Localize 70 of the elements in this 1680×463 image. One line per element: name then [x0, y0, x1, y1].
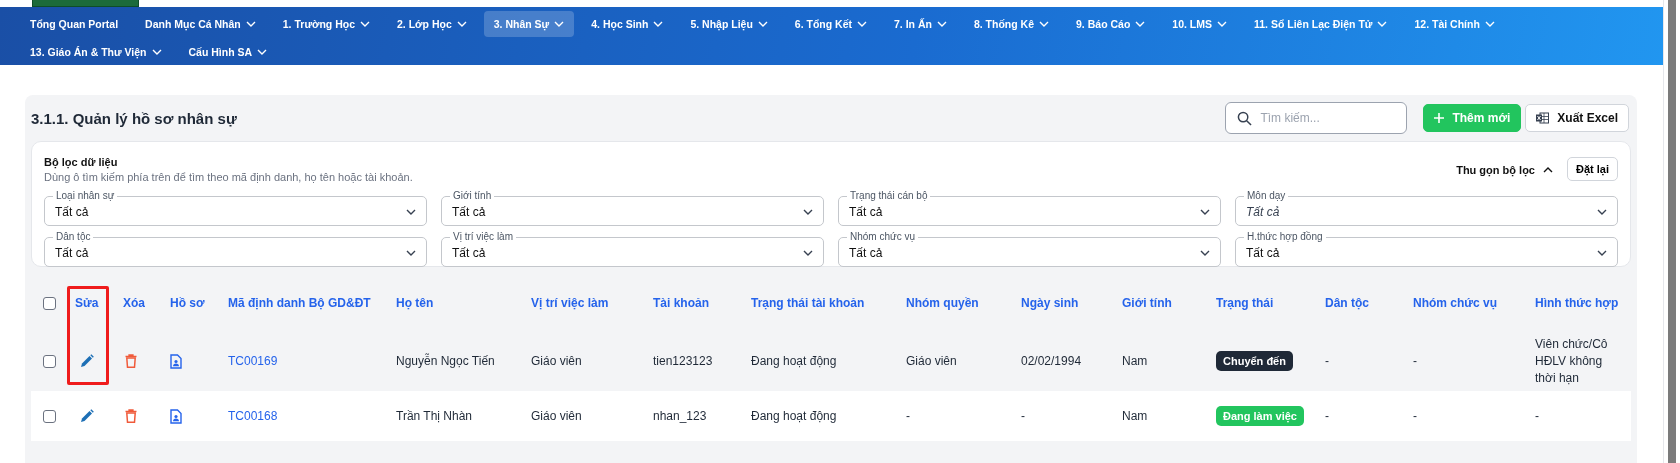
filter-title: Bộ lọc dữ liệu: [44, 156, 119, 168]
nav-menu-item[interactable]: 8. Thống Kê: [963, 11, 1060, 37]
table-cell-text: Trần Thị Nhàn: [395, 409, 474, 423]
nav-menu-item[interactable]: 7. In Ấn: [884, 11, 957, 37]
nav-menu-item[interactable]: Tổng Quan Portal: [20, 11, 129, 37]
select-field[interactable]: Giới tính Tất cả: [441, 190, 824, 226]
status-badge: Chuyển đến: [1216, 351, 1293, 371]
column-header[interactable]: Trạng thái tài khoản: [739, 296, 894, 310]
column-header[interactable]: Ngày sinh: [1009, 296, 1110, 310]
table-cell-text: -: [1534, 407, 1540, 425]
table-cell-text: -: [1412, 409, 1418, 423]
nav-menu-item[interactable]: 11. Sổ Liên Lạc Điện Tử: [1244, 11, 1398, 37]
table-cell-text: Giáo viên: [530, 409, 583, 423]
table-cell-text: Nam: [1121, 409, 1149, 423]
column-header[interactable]: Mã định danh Bộ GD&ĐT: [216, 296, 384, 310]
nav-menu-item[interactable]: 2. Lớp Học: [387, 11, 477, 37]
table-cell-text: Giáo viên: [530, 354, 583, 368]
table-cell-text: -: [905, 409, 911, 423]
page-title: 3.1.1. Quản lý hồ sơ nhân sự: [31, 109, 238, 127]
nav-menu-item[interactable]: 4. Học Sinh: [581, 11, 674, 37]
nav-menu-item[interactable]: 12. Tài Chính: [1404, 11, 1505, 37]
column-header[interactable]: Giới tính: [1110, 296, 1204, 310]
select-field[interactable]: Trạng thái cán bộ Tất cả: [838, 190, 1221, 226]
table-cell-text: Đang hoạt động: [750, 409, 838, 423]
nav-menu-item[interactable]: 1. Trường Học: [272, 11, 381, 37]
table-cell-text: Viên chức/Cô HĐLV không thời hạn: [1534, 335, 1609, 387]
nav-menu-item[interactable]: Cấu Hình SA: [178, 39, 278, 65]
column-header[interactable]: Họ tên: [384, 296, 519, 310]
table-cell-text: nhan_123: [652, 409, 708, 423]
select-field[interactable]: Vị trí việc làm Tất cả: [441, 231, 824, 267]
nav-menu-item[interactable]: 10. LMS: [1162, 11, 1237, 37]
table-cell-text: -: [1020, 409, 1026, 423]
nav-menu-item[interactable]: 9. Báo Cáo: [1066, 11, 1156, 37]
nav-menu-item[interactable]: 13. Giáo Án & Thư Viện: [20, 39, 172, 65]
column-header[interactable]: Tài khoản: [641, 296, 739, 310]
select-field[interactable]: Môn dạy Tất cả: [1235, 190, 1618, 226]
table-cell-text: Đang hoạt động: [750, 354, 838, 368]
search-field[interactable]: Tìm kiếm...: [1225, 102, 1408, 134]
table-cell-text: tien123123: [652, 354, 714, 368]
column-header[interactable]: Dân tộc: [1313, 296, 1401, 310]
nav-menu-item[interactable]: 5. Nhập Liệu: [680, 11, 778, 37]
filter-hint: Dùng ô tìm kiếm phía trên để tìm theo mã định danh, họ tên hoặc tài khoản.: [44, 171, 414, 183]
column-header[interactable]: Hồ sơ: [158, 296, 216, 310]
column-header[interactable]: Xóa: [111, 296, 158, 310]
column-header[interactable]: Hình thức hợp: [1523, 296, 1625, 310]
select-field[interactable]: Dân tộc Tất cả: [44, 231, 427, 267]
select-field[interactable]: Nhóm chức vụ Tất cả: [838, 231, 1221, 267]
table-cell-text: Nguyễn Ngọc Tiến: [395, 354, 496, 368]
table-cell-text: -: [1324, 354, 1330, 368]
table-cell-text: Giáo viên: [905, 354, 958, 368]
status-badge: Đang làm việc: [1216, 406, 1304, 426]
staff-code-link[interactable]: TC00169: [228, 354, 278, 368]
table-cell-text: Nam: [1121, 354, 1149, 368]
nav-menu-item[interactable]: 6. Tổng Kết: [784, 11, 877, 37]
column-header[interactable]: Vị trí việc làm: [519, 296, 641, 310]
reset-button[interactable]: Đặt lại: [1567, 157, 1618, 181]
nav-menu-item[interactable]: Danh Mục Cá Nhân: [135, 11, 266, 37]
select-field[interactable]: H.thức hợp đồng Tất cả: [1235, 231, 1618, 267]
export-excel-button[interactable]: Xuất Excel: [1525, 104, 1629, 132]
table-cell-text: -: [1324, 409, 1330, 423]
column-header[interactable]: Trạng thái: [1204, 296, 1313, 310]
nav-menu-item[interactable]: 3. Nhân Sự: [483, 11, 575, 37]
staff-code-link[interactable]: TC00168: [228, 409, 278, 423]
collapse-filter-button[interactable]: Thu gọn bộ lọc: [1456, 164, 1553, 176]
column-header[interactable]: Sửa: [63, 296, 111, 310]
select-field[interactable]: Loại nhân sự Tất cả: [44, 190, 427, 226]
table-cell-text: 02/02/1994: [1020, 354, 1083, 368]
column-header[interactable]: Nhóm quyền: [894, 296, 1009, 310]
column-header[interactable]: Nhóm chức vụ: [1401, 296, 1523, 310]
table-cell-text: -: [1412, 354, 1418, 368]
